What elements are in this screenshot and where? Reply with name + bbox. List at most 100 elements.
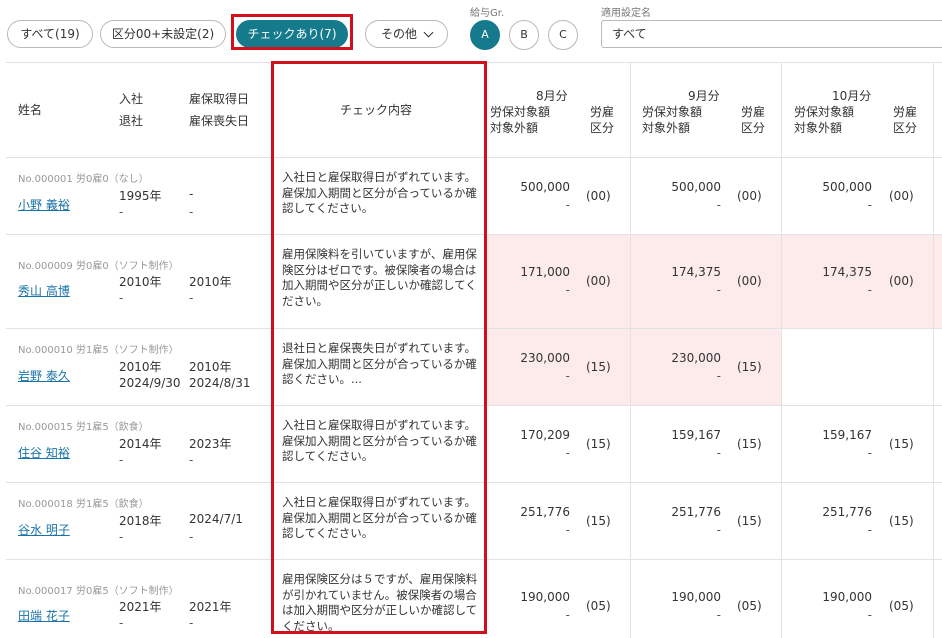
- employee-name-link[interactable]: 岩野 泰久: [18, 367, 70, 384]
- oct-amount: 174,375: [822, 265, 872, 279]
- header-aug-sub2: 対象外額: [490, 121, 539, 135]
- aug-amount: 251,776: [520, 505, 570, 519]
- sep-amount: 230,000: [671, 351, 721, 365]
- aug-excluded: -: [565, 523, 570, 537]
- sep-class: (00): [737, 274, 762, 288]
- salary-group-c-button[interactable]: C: [548, 20, 578, 50]
- left-date: -: [119, 205, 124, 219]
- sep-amount: 190,000: [671, 590, 721, 604]
- header-aug-cls2: 区分: [590, 121, 615, 135]
- aug-amount: 500,000: [520, 180, 570, 194]
- aug-excluded: -: [565, 608, 570, 622]
- oct-class: (15): [889, 437, 914, 451]
- oct-class: (00): [889, 189, 914, 203]
- joined-date: 2010年: [119, 275, 162, 289]
- left-date: -: [119, 291, 124, 305]
- joined-date: 2014年: [119, 437, 162, 451]
- ins-lost-date: 2024/8/31: [189, 376, 251, 390]
- ins-acquired-date: 2023年: [189, 437, 232, 451]
- sep-excluded: -: [716, 608, 721, 622]
- ins-acquired-date: 2010年: [189, 275, 232, 289]
- sep-excluded: -: [716, 523, 721, 537]
- aug-amount: 190,000: [520, 590, 570, 604]
- joined-date: 2018年: [119, 514, 162, 528]
- employee-name-link[interactable]: 谷水 明子: [18, 521, 70, 538]
- joined-date: 2010年: [119, 360, 162, 374]
- left-date: -: [119, 616, 124, 630]
- sep-excluded: -: [716, 446, 721, 460]
- sep-amount: 251,776: [671, 505, 721, 519]
- employee-meta: No.000017 労0雇5（ソフト制作）: [18, 586, 179, 597]
- left-date: 2024/9/30: [119, 376, 181, 390]
- setting-name-select[interactable]: すべて: [601, 20, 942, 48]
- salary-group-b-button[interactable]: B: [509, 20, 539, 50]
- ins-acquired-date: 2024/7/1: [189, 512, 243, 526]
- sep-class: (15): [737, 514, 762, 528]
- header-sep-sub2: 対象外額: [642, 121, 691, 135]
- row-highlight: [484, 235, 942, 328]
- oct-class: (00): [889, 274, 914, 288]
- header-ins-acquired: 雇保取得日: [189, 92, 250, 106]
- sep-excluded: -: [716, 283, 721, 297]
- header-ins-lost: 雇保喪失日: [189, 114, 250, 128]
- employee-name-link[interactable]: 田端 花子: [18, 607, 70, 624]
- oct-amount: 500,000: [822, 180, 872, 194]
- ins-lost-date: -: [189, 453, 194, 467]
- header-left: 退社: [119, 114, 144, 128]
- oct-excluded: -: [867, 608, 872, 622]
- filter-bar: すべて(19) 区分00+未設定(2) チェックあり(7) その他 給与Gr. …: [0, 0, 942, 62]
- ins-lost-date: -: [189, 291, 194, 305]
- aug-amount: 230,000: [520, 351, 570, 365]
- header-name: 姓名: [18, 103, 43, 117]
- oct-amount: 159,167: [822, 428, 872, 442]
- aug-excluded: -: [565, 198, 570, 212]
- salary-group-label: 給与Gr.: [470, 8, 505, 19]
- aug-excluded: -: [565, 446, 570, 460]
- aug-class: (15): [586, 437, 611, 451]
- employee-name-link[interactable]: 小野 義裕: [18, 196, 70, 213]
- aug-class: (00): [586, 274, 611, 288]
- header-oct-cls2: 区分: [893, 121, 918, 135]
- filter-all-button[interactable]: すべて(19): [7, 20, 93, 48]
- oct-excluded: -: [867, 523, 872, 537]
- employee-name-link[interactable]: 秀山 高博: [18, 282, 70, 299]
- employee-meta: No.000010 労1雇5（ソフト制作）: [18, 345, 179, 356]
- sep-class: (05): [737, 599, 762, 613]
- ins-acquired-date: 2010年: [189, 360, 232, 374]
- employee-name-link[interactable]: 住谷 知裕: [18, 444, 70, 461]
- sep-excluded: -: [716, 369, 721, 383]
- oct-excluded: -: [867, 446, 872, 460]
- ins-lost-date: -: [189, 205, 194, 219]
- ins-acquired-date: -: [189, 187, 194, 201]
- aug-class: (15): [586, 514, 611, 528]
- employee-meta: No.000018 労1雇5（飲食）: [18, 499, 149, 510]
- sep-class: (00): [737, 189, 762, 203]
- employee-meta: No.000009 労0雇0（ソフト制作）: [18, 261, 179, 272]
- aug-excluded: -: [565, 283, 570, 297]
- joined-date: 1995年: [119, 189, 162, 203]
- salary-group-a-button[interactable]: A: [470, 20, 500, 50]
- header-joined: 入社: [119, 92, 144, 106]
- chevron-down-icon: [423, 27, 434, 37]
- header-oct-sub2: 対象外額: [794, 121, 843, 135]
- aug-class: (05): [586, 599, 611, 613]
- filter-other-label: その他: [380, 27, 417, 41]
- filter-other-dropdown[interactable]: その他: [365, 20, 448, 48]
- employee-meta: No.000015 労1雇5（飲食）: [18, 422, 149, 433]
- filter-unset-button[interactable]: 区分00+未設定(2): [100, 20, 226, 48]
- sep-class: (15): [737, 360, 762, 374]
- sep-amount: 500,000: [671, 180, 721, 194]
- sep-class: (15): [737, 437, 762, 451]
- sep-amount: 159,167: [671, 428, 721, 442]
- sep-amount: 174,375: [671, 265, 721, 279]
- employee-meta: No.000001 労0雇0（なし）: [18, 174, 149, 185]
- oct-excluded: -: [867, 283, 872, 297]
- setting-name-label: 適用設定名: [601, 8, 651, 19]
- sep-excluded: -: [716, 198, 721, 212]
- ins-lost-date: -: [189, 616, 194, 630]
- oct-class: (15): [889, 514, 914, 528]
- highlight-frame-check-button: [231, 14, 353, 50]
- aug-excluded: -: [565, 369, 570, 383]
- header-sep-cls2: 区分: [741, 121, 766, 135]
- aug-amount: 171,000: [520, 265, 570, 279]
